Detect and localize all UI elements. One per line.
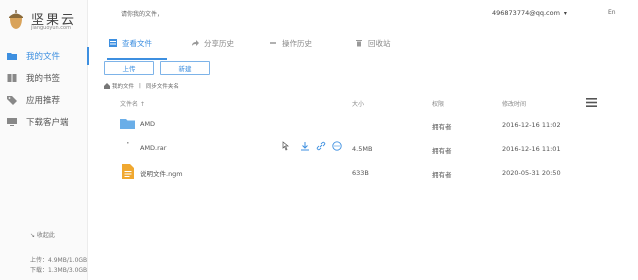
brand-subtitle: jianguoyun.com — [31, 25, 71, 31]
breadcrumb-separator: | — [139, 83, 141, 89]
tag-icon — [7, 96, 17, 105]
welcome-hint: 请你我的文件， — [121, 11, 164, 18]
list-view-icon[interactable] — [586, 97, 597, 108]
file-name[interactable]: 说明文件.ngm — [140, 168, 183, 178]
download-quota: 下载：1.3MB/3.0GB — [30, 267, 88, 274]
language-switch[interactable]: En — [608, 9, 616, 16]
breadcrumb: 我的文件 | 同步文件夹名 — [104, 82, 179, 90]
tab-label: 分享历史 — [204, 39, 234, 48]
sidebar-item-label: 我的书签 — [26, 74, 61, 84]
table-row[interactable]: AMD.rar 4.5MB 拥有者 2016-12-16 11:01 — [104, 137, 614, 161]
table-row[interactable]: 说明文件.ngm 633B 拥有者 2020-05-31 20:50 — [104, 161, 614, 185]
file-permission: 拥有者 — [432, 123, 452, 131]
monitor-icon — [7, 118, 17, 126]
file-modified: 2016-12-16 11:01 — [502, 145, 561, 153]
tab-share-history[interactable]: 分享历史 — [191, 38, 234, 60]
column-name[interactable]: 文件名 ↑ — [120, 99, 145, 108]
folder-icon — [7, 53, 17, 60]
top-bar: 请你我的文件， 496873774@qq.com ▾ En — [88, 0, 638, 30]
sidebar-item-label: 下载客户端 — [26, 118, 69, 128]
file-permission: 拥有者 — [432, 171, 452, 179]
file-permission: 拥有者 — [432, 147, 452, 155]
folder-icon — [120, 119, 135, 129]
column-size[interactable]: 大小 — [352, 99, 364, 108]
sidebar-item-download-client[interactable]: 下载客户端 — [0, 111, 88, 133]
chevron-down-icon: ▾ — [563, 9, 567, 17]
sidebar-nav: 我的文件 我的书签 应用推荐 下载客户端 — [0, 45, 89, 133]
file-table-header: 文件名 ↑ 大小 权限 修改时间 — [104, 96, 614, 108]
file-size: 633B — [352, 169, 369, 177]
sidebar-item-my-files[interactable]: 我的文件 — [0, 45, 89, 67]
file-modified: 2016-12-16 11:02 — [502, 121, 561, 129]
book-icon — [7, 74, 17, 82]
sidebar-item-label: 应用推荐 — [26, 96, 61, 106]
upload-button[interactable]: 上传 — [104, 61, 154, 75]
collapse-sidebar-toggle[interactable]: ↘ 收起此 — [30, 230, 55, 239]
sidebar: 坚果云 jianguoyun.com 我的文件 我的书签 应用推荐 下载客户端 … — [0, 0, 89, 280]
column-modified[interactable]: 修改时间 — [502, 99, 526, 108]
upload-quota: 上传：4.9MB/1.0GB — [30, 257, 88, 264]
tab-recycle-bin[interactable]: 回收站 — [355, 38, 391, 60]
file-name[interactable]: AMD — [140, 120, 155, 128]
tab-view-files[interactable]: 查看文件 — [107, 38, 167, 60]
breadcrumb-current[interactable]: 同步文件夹名 — [146, 82, 179, 90]
table-row[interactable]: AMD 拥有者 2016-12-16 11:02 — [104, 113, 614, 137]
file-size: 4.5MB — [352, 145, 373, 153]
document-file-icon — [122, 164, 134, 179]
breadcrumb-root[interactable]: 我的文件 — [112, 82, 134, 90]
archive-file-icon — [127, 142, 129, 144]
link-icon[interactable] — [316, 141, 326, 151]
history-icon — [270, 42, 276, 44]
file-name[interactable]: AMD.rar — [140, 144, 166, 152]
account-email: 496873774@qq.com — [492, 9, 560, 17]
account-menu[interactable]: 496873774@qq.com ▾ — [492, 9, 567, 17]
tab-label: 查看文件 — [122, 39, 152, 48]
trash-icon — [356, 40, 362, 47]
brand-logo[interactable]: 坚果云 jianguoyun.com — [6, 7, 84, 33]
new-button[interactable]: 新建 — [160, 61, 210, 75]
more-icon[interactable] — [332, 141, 342, 151]
sidebar-item-apps[interactable]: 应用推荐 — [0, 89, 88, 111]
sidebar-item-label: 我的文件 — [26, 52, 61, 62]
cursor-icon — [282, 141, 289, 151]
share-icon — [192, 40, 199, 46]
row-actions — [280, 141, 342, 151]
tab-label: 回收站 — [368, 39, 391, 48]
file-modified: 2020-05-31 20:50 — [502, 169, 561, 177]
grid-file-icon — [109, 39, 117, 47]
tab-bar: 查看文件 分享历史 操作历史 回收站 — [95, 34, 615, 60]
home-icon — [104, 83, 110, 89]
tab-label: 操作历史 — [282, 39, 312, 48]
column-permission[interactable]: 权限 — [432, 99, 444, 108]
tab-operation-history[interactable]: 操作历史 — [269, 38, 312, 60]
nut-logo-icon — [9, 10, 23, 29]
download-icon[interactable] — [300, 141, 310, 151]
sidebar-item-bookmarks[interactable]: 我的书签 — [0, 67, 88, 89]
traffic-quota: 上传：4.9MB/1.0GB 下载：1.3MB/3.0GB — [30, 256, 87, 276]
